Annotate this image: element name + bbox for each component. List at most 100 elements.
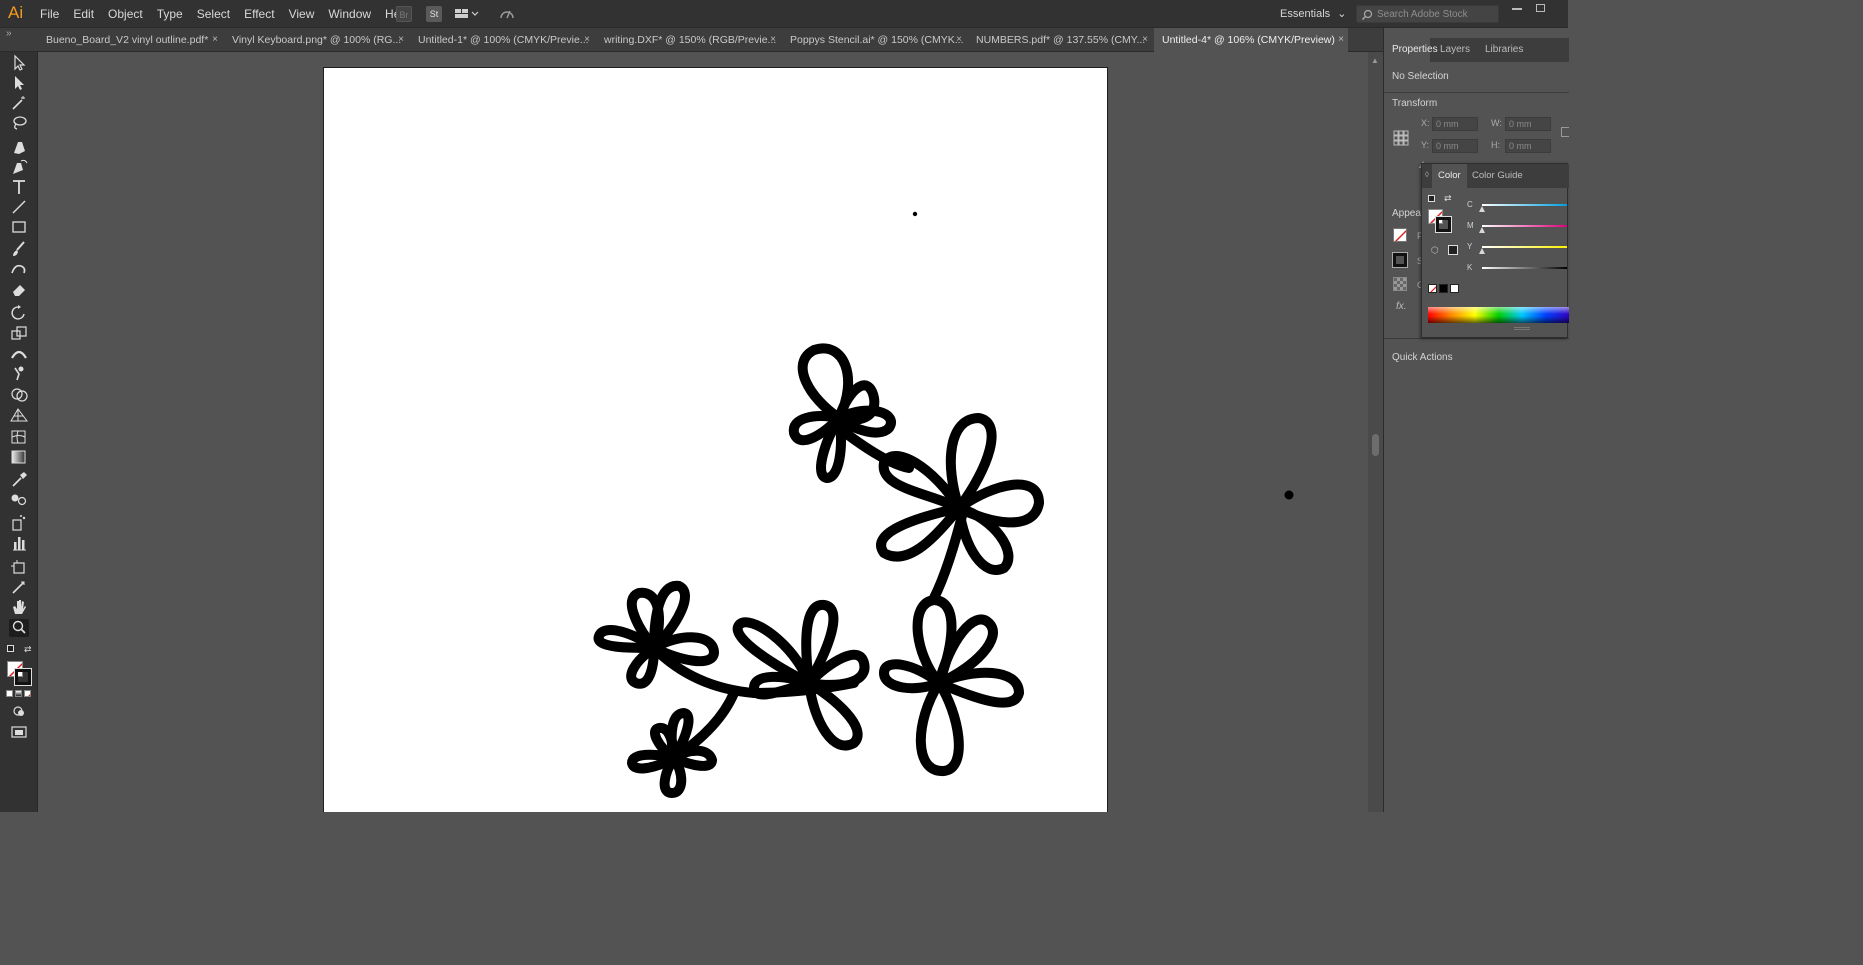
rectangle-tool[interactable] [9,218,29,236]
opacity-icon[interactable] [1393,277,1407,291]
curvature-tool[interactable] [9,158,29,176]
x-field[interactable]: 0 mm [1432,117,1478,131]
h-field[interactable]: 0 mm [1505,139,1551,153]
swap-colors-icon[interactable]: ⇄ [24,644,32,655]
artboard[interactable] [323,67,1108,812]
selection-tool[interactable] [9,54,29,72]
tab-color-guide[interactable]: Color Guide [1466,164,1529,188]
menu-effect[interactable]: Effect [244,7,274,21]
constrain-icon[interactable] [1561,127,1569,137]
tab-bueno-board[interactable]: Bueno_Board_V2 vinyl outline.pdf* × [38,28,222,52]
rotate-tool[interactable] [9,304,29,322]
close-icon[interactable]: × [956,28,962,52]
tab-numbers-pdf[interactable]: NUMBERS.pdf* @ 137.55% (CMY... × [968,28,1152,52]
puppet-warp-tool[interactable] [9,364,29,382]
mesh-tool[interactable] [9,428,29,446]
yellow-slider-thumb[interactable] [1479,248,1485,254]
menu-file[interactable]: File [40,7,59,21]
tab-untitled-1[interactable]: Untitled-1* @ 100% (CMYK/Previe... × [410,28,594,52]
hand-tool[interactable] [9,598,29,616]
magic-wand-tool[interactable] [9,94,29,112]
magenta-slider[interactable] [1482,225,1567,227]
width-tool[interactable] [9,344,29,362]
magenta-slider-thumb[interactable] [1479,227,1485,233]
web-safe-swatch[interactable] [1448,245,1458,255]
fill-appearance-swatch[interactable] [1393,228,1407,242]
yellow-slider[interactable] [1482,246,1567,248]
slice-tool[interactable] [9,578,29,596]
out-of-gamut-icon[interactable]: ⬡ [1431,245,1439,256]
default-colors-icon[interactable] [1428,195,1435,202]
gpu-performance-icon[interactable] [498,6,514,22]
line-segment-tool[interactable] [9,198,29,216]
tab-writing-dxf[interactable]: writing.DXF* @ 150% (RGB/Previe... × [596,28,780,52]
stroke-appearance-swatch[interactable] [1392,252,1408,268]
close-icon[interactable]: × [212,28,218,52]
swap-colors-icon[interactable]: ⇄ [1444,193,1452,204]
stock-icon[interactable]: St [426,6,442,22]
workspace-switcher[interactable]: Essentials ⌄ [1280,7,1346,20]
color-mode-icons[interactable] [6,690,32,698]
search-stock-field[interactable] [1356,5,1499,23]
bridge-icon[interactable]: Br [396,6,412,22]
double-chevron-icon[interactable]: » [6,28,12,39]
tab-vinyl-keyboard[interactable]: Vinyl Keyboard.png* @ 100% (RG... × [224,28,408,52]
scale-tool[interactable] [9,324,29,342]
paintbrush-tool[interactable] [9,240,29,258]
canvas-area[interactable] [38,52,1368,812]
w-field[interactable]: 0 mm [1505,117,1551,131]
menu-select[interactable]: Select [197,7,230,21]
symbol-sprayer-tool[interactable] [9,514,29,532]
menu-type[interactable]: Type [157,7,183,21]
close-icon[interactable]: × [1338,28,1344,52]
white-swatch[interactable] [1450,284,1459,293]
default-colors-icon[interactable] [7,645,14,652]
flower-artwork[interactable] [324,68,1109,812]
artboard-tool[interactable] [9,558,29,576]
stroke-swatch[interactable] [14,668,32,686]
stroke-swatch[interactable] [1435,216,1452,233]
tab-layers[interactable]: Layers [1432,38,1478,62]
scroll-up-icon[interactable]: ▲ [1371,56,1379,65]
perspective-grid-tool[interactable] [9,406,29,424]
menu-view[interactable]: View [289,7,315,21]
maximize-icon[interactable] [1536,4,1545,12]
close-icon[interactable]: × [1142,28,1148,52]
black-slider[interactable] [1482,267,1567,269]
zoom-tool[interactable] [9,619,29,637]
tab-color[interactable]: Color [1432,164,1467,188]
tab-properties[interactable]: Properties [1384,38,1438,62]
black-swatch[interactable] [1439,284,1448,293]
eyedropper-tool[interactable] [9,470,29,488]
column-graph-tool[interactable] [9,534,29,552]
pen-tool[interactable] [9,138,29,156]
search-stock-input[interactable] [1377,8,1495,21]
fx-icon[interactable]: fx. [1396,301,1407,312]
tab-poppys-stencil[interactable]: Poppys Stencil.ai* @ 150% (CMYK... × [782,28,966,52]
panel-grip-icon[interactable]: ◊ [1425,170,1429,179]
stray-point[interactable] [1283,489,1295,501]
tab-untitled-4[interactable]: Untitled-4* @ 106% (CMYK/Preview) × [1154,28,1348,52]
menu-object[interactable]: Object [108,7,143,21]
minimize-icon[interactable] [1512,8,1522,10]
resize-grip[interactable] [1514,327,1530,330]
none-swatch[interactable] [1428,284,1437,293]
shaper-tool[interactable] [9,260,29,278]
tab-libraries[interactable]: Libraries [1477,38,1531,62]
cyan-slider[interactable] [1482,204,1567,206]
direct-selection-tool[interactable] [9,74,29,92]
cyan-slider-thumb[interactable] [1479,206,1485,212]
menu-window[interactable]: Window [328,7,371,21]
close-icon[interactable]: × [398,28,404,52]
reference-point-icon[interactable] [1393,130,1409,146]
shape-builder-tool[interactable] [9,386,29,404]
scroll-thumb[interactable] [1372,434,1379,456]
menu-edit[interactable]: Edit [73,7,94,21]
arrange-documents-icon[interactable] [454,6,479,22]
y-field[interactable]: 0 mm [1432,139,1478,153]
lasso-tool[interactable] [9,114,29,132]
close-icon[interactable]: × [770,28,776,52]
vertical-scrollbar[interactable]: ▲ [1368,52,1383,812]
gradient-tool[interactable] [9,448,29,466]
blend-tool[interactable] [9,490,29,508]
